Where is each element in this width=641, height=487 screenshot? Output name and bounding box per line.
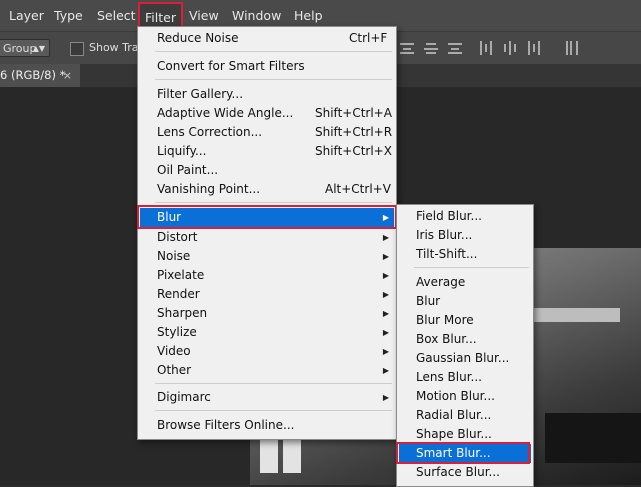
menu-item-sharpen[interactable]: Sharpen ▶ <box>140 304 394 323</box>
align-hcenter-icon[interactable] <box>503 41 517 55</box>
distribute-icon[interactable] <box>565 41 579 55</box>
submenu-arrow-icon: ▶ <box>382 271 389 280</box>
chevron-updown-icon: ▲▼ <box>32 44 45 53</box>
menu-item-shape-blur[interactable]: Shape Blur... <box>399 425 531 444</box>
document-tab-label: 6 (RGB/8) * <box>0 68 66 82</box>
menu-item-average[interactable]: Average <box>399 273 531 292</box>
menu-item-box-blur[interactable]: Box Blur... <box>399 330 531 349</box>
submenu-arrow-icon: ▶ <box>382 309 389 318</box>
show-transform-checkbox[interactable] <box>70 42 84 56</box>
menu-item-distort[interactable]: Distort ▶ <box>140 228 394 247</box>
submenu-arrow-icon: ▶ <box>382 366 389 375</box>
menu-item-video[interactable]: Video ▶ <box>140 342 394 361</box>
submenu-arrow-icon: ▶ <box>382 347 389 356</box>
group-select-value: Group <box>3 42 37 55</box>
menu-item-convert-smart-filters[interactable]: Convert for Smart Filters <box>140 57 394 76</box>
menu-item-gaussian-blur[interactable]: Gaussian Blur... <box>399 349 531 368</box>
menu-item-field-blur[interactable]: Field Blur... <box>399 207 531 226</box>
menu-type[interactable]: Type <box>54 0 83 31</box>
menu-layer[interactable]: Layer <box>9 0 44 31</box>
menu-item-lens-correction[interactable]: Lens Correction... Shift+Ctrl+R <box>140 123 394 142</box>
menu-item-adaptive-wide-angle[interactable]: Adaptive Wide Angle... Shift+Ctrl+A <box>140 104 394 123</box>
align-bottom-icon[interactable] <box>448 41 462 55</box>
blur-submenu: Field Blur... Iris Blur... Tilt-Shift...… <box>396 204 534 487</box>
menu-item-other[interactable]: Other ▶ <box>140 361 394 380</box>
menu-item-lens-blur[interactable]: Lens Blur... <box>399 368 531 387</box>
close-icon[interactable]: × <box>63 64 72 87</box>
submenu-arrow-icon: ▶ <box>382 252 389 261</box>
menu-item-liquify[interactable]: Liquify... Shift+Ctrl+X <box>140 142 394 161</box>
submenu-arrow-icon: ▶ <box>382 393 389 402</box>
submenu-arrow-icon: ▶ <box>382 328 389 337</box>
menu-item-smart-blur[interactable]: Smart Blur... <box>399 444 531 463</box>
menu-item-filter-gallery[interactable]: Filter Gallery... <box>140 85 394 104</box>
filter-menu: Reduce Noise Ctrl+F Convert for Smart Fil… <box>137 26 397 440</box>
menu-item-motion-blur[interactable]: Motion Blur... <box>399 387 531 406</box>
menu-item-tilt-shift[interactable]: Tilt-Shift... <box>399 245 531 264</box>
submenu-arrow-icon: ▶ <box>382 290 389 299</box>
group-select[interactable]: Group ▲▼ <box>0 39 50 57</box>
menu-item-vanishing-point[interactable]: Vanishing Point... Alt+Ctrl+V <box>140 180 394 199</box>
submenu-arrow-icon: ▶ <box>382 213 389 222</box>
menu-filter[interactable]: Filter <box>138 2 183 29</box>
menu-item-oil-paint[interactable]: Oil Paint... <box>140 161 394 180</box>
menu-item-iris-blur[interactable]: Iris Blur... <box>399 226 531 245</box>
submenu-arrow-icon: ▶ <box>382 233 389 242</box>
align-right-icon[interactable] <box>527 41 541 55</box>
menu-item-stylize[interactable]: Stylize ▶ <box>140 323 394 342</box>
menu-item-digimarc[interactable]: Digimarc ▶ <box>140 388 394 407</box>
menu-item-noise[interactable]: Noise ▶ <box>140 247 394 266</box>
menu-item-blur-basic[interactable]: Blur <box>399 292 531 311</box>
document-tab[interactable]: 6 (RGB/8) * × <box>0 64 80 87</box>
menu-item-surface-blur[interactable]: Surface Blur... <box>399 463 531 482</box>
menu-item-render[interactable]: Render ▶ <box>140 285 394 304</box>
menu-item-blur-more[interactable]: Blur More <box>399 311 531 330</box>
align-top-icon[interactable] <box>400 41 414 55</box>
menu-item-radial-blur[interactable]: Radial Blur... <box>399 406 531 425</box>
menu-item-blur[interactable]: Blur ▶ <box>140 208 394 227</box>
menu-item-pixelate[interactable]: Pixelate ▶ <box>140 266 394 285</box>
align-vcenter-icon[interactable] <box>424 41 438 55</box>
menu-item-browse-filters-online[interactable]: Browse Filters Online... <box>140 416 394 435</box>
menu-select[interactable]: Select <box>97 0 136 31</box>
align-left-icon[interactable] <box>479 41 493 55</box>
menu-item-reduce-noise[interactable]: Reduce Noise Ctrl+F <box>140 29 394 48</box>
